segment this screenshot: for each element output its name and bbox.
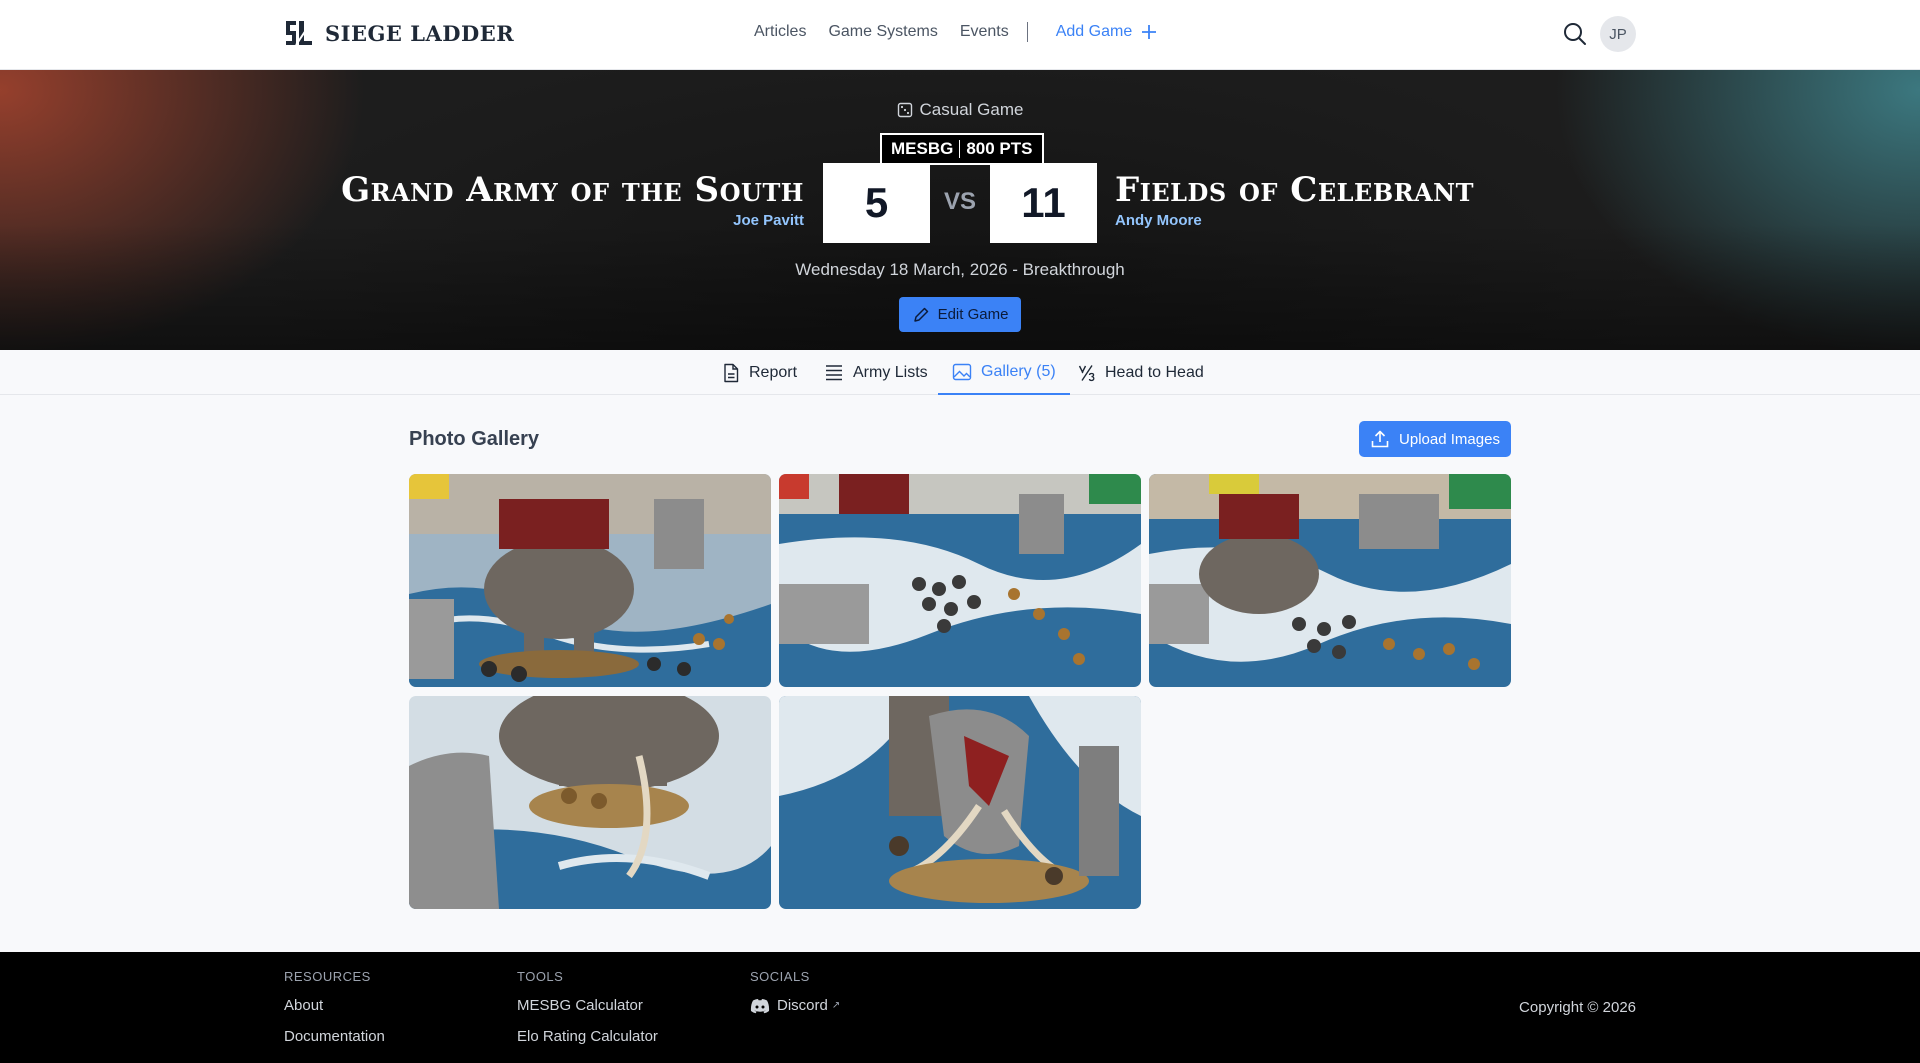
tab-gallery-label: Gallery (5): [981, 362, 1056, 380]
footer-link-mesbg-calculator[interactable]: MESBG Calculator: [517, 990, 658, 1021]
logo-icon: [286, 20, 313, 46]
game-hero: Casual Game MESBG 800 PTS Grand Army of …: [0, 70, 1920, 350]
versus-label: VS: [943, 188, 976, 215]
battlefield-overview-photo: [1149, 474, 1511, 687]
brand-logo[interactable]: SIEGE LADDER: [283, 17, 514, 49]
document-icon: [724, 363, 739, 382]
edit-game-button[interactable]: Edit Game: [899, 297, 1021, 332]
left-score: 5: [823, 163, 930, 243]
footer-tools: TOOLS MESBG Calculator Elo Rating Calcul…: [517, 969, 658, 1052]
footer-tools-heading: TOOLS: [517, 969, 564, 984]
elephant-closeup-photo: [409, 696, 771, 909]
system-points: 800 PTS: [966, 139, 1033, 158]
tab-gallery[interactable]: Gallery (5): [938, 350, 1070, 395]
tab-report[interactable]: Report: [722, 350, 797, 395]
plus-icon: [1142, 25, 1157, 39]
elephant-front-photo: [779, 696, 1141, 909]
system-badge: MESBG 800 PTS: [880, 133, 1044, 165]
war-elephant-photo: [409, 474, 771, 687]
game-date-mission: Wednesday 18 March, 2026 - Breakthrough: [795, 260, 1125, 279]
footer-socials-heading: SOCIALS: [750, 969, 810, 984]
nav-divider: [1026, 22, 1028, 42]
game-type-label: Casual Game: [919, 100, 1024, 119]
add-game-label: Add Game: [1055, 23, 1133, 40]
game-type: Casual Game: [0, 100, 1920, 120]
right-team: Fields of Celebrant Andy Moore: [1115, 170, 1474, 229]
upload-images-button[interactable]: Upload Images: [1359, 421, 1511, 457]
gallery-photo-2[interactable]: [779, 474, 1141, 687]
left-army-name: Grand Army of the South: [341, 170, 804, 210]
add-game-link[interactable]: Add Game: [1056, 23, 1158, 41]
gallery-title: Photo Gallery: [409, 428, 540, 450]
upload-icon: [1371, 430, 1389, 448]
footer-link-discord[interactable]: Discord ↗: [750, 990, 840, 1021]
tab-head-to-head-label: Head to Head: [1105, 363, 1204, 381]
site-footer: RESOURCES About Documentation TOOLS MESB…: [0, 952, 1920, 1063]
edit-game-label: Edit Game: [937, 306, 1009, 323]
top-navigation: SIEGE LADDER Articles Game Systems Event…: [0, 0, 1920, 70]
gallery-photo-3[interactable]: [1149, 474, 1511, 687]
footer-resources: RESOURCES About Documentation: [284, 969, 385, 1052]
list-icon: [826, 364, 842, 380]
tab-head-to-head[interactable]: Head to Head: [1078, 350, 1204, 395]
ratio-icon: [1078, 364, 1095, 381]
dice-icon: [897, 102, 912, 118]
footer-link-about[interactable]: About: [284, 990, 385, 1021]
gallery-photo-1[interactable]: [409, 474, 771, 687]
left-team: Grand Army of the South Joe Pavitt: [341, 170, 804, 229]
footer-socials: SOCIALS Discord ↗: [750, 969, 840, 1021]
footer-link-elo-calculator[interactable]: Elo Rating Calculator: [517, 1021, 658, 1052]
pencil-icon: [913, 307, 928, 322]
system-name: MESBG: [891, 139, 954, 158]
gallery-photo-4[interactable]: [409, 696, 771, 909]
copyright: Copyright © 2026: [1519, 999, 1636, 1016]
army-formation-photo: [779, 474, 1141, 687]
image-icon: [952, 363, 972, 380]
nav-articles[interactable]: Articles: [754, 23, 806, 41]
footer-resources-heading: RESOURCES: [284, 969, 371, 984]
discord-icon: [750, 998, 770, 1013]
upload-images-label: Upload Images: [1399, 430, 1500, 448]
tab-report-label: Report: [749, 363, 798, 381]
user-avatar[interactable]: JP: [1600, 16, 1636, 52]
discord-label: Discord: [777, 997, 828, 1014]
search-icon[interactable]: [1562, 21, 1588, 47]
game-tabs: Report Army Lists Gallery (5) Head to He…: [0, 350, 1920, 395]
nav-game-systems[interactable]: Game Systems: [828, 23, 937, 41]
right-player-link[interactable]: Andy Moore: [1115, 212, 1474, 229]
left-player-link[interactable]: Joe Pavitt: [341, 212, 804, 229]
gallery-photo-5[interactable]: [779, 696, 1141, 909]
badge-divider: [959, 140, 961, 158]
tab-army-lists-label: Army Lists: [853, 363, 928, 381]
footer-link-documentation[interactable]: Documentation: [284, 1021, 385, 1052]
brand-name: SIEGE LADDER: [325, 20, 515, 46]
right-army-name: Fields of Celebrant: [1115, 170, 1474, 210]
right-score: 11: [990, 163, 1097, 243]
tab-army-lists[interactable]: Army Lists: [824, 350, 928, 395]
nav-events[interactable]: Events: [960, 23, 1009, 41]
external-link-icon: ↗: [831, 1000, 841, 1011]
main-nav: Articles Game Systems Events Add Game: [754, 22, 1180, 42]
